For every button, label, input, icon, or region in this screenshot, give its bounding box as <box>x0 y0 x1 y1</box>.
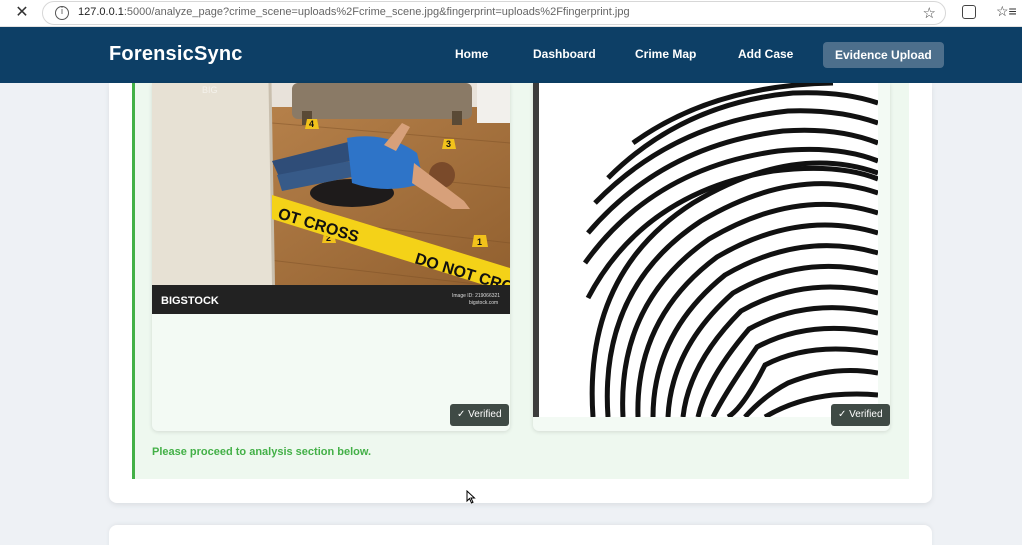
url-text[interactable]: 127.0.0.1:5000/analyze_page?crime_scene=… <box>78 6 630 18</box>
fingerprint-verified-badge: ✓ Verified <box>831 404 890 426</box>
crime-scene-image[interactable]: 4 3 2 1 OT CROSS DO NOT CROS BIG BIGSTOC… <box>152 83 510 314</box>
evidence-marker-3: 3 <box>446 139 451 149</box>
nav-link-dashboard[interactable]: Dashboard <box>533 47 596 61</box>
app-navbar: ForensicSync Home Dashboard Crime Map Ad… <box>0 27 1022 83</box>
nav-link-home[interactable]: Home <box>455 47 488 61</box>
nav-link-evidence-upload[interactable]: Evidence Upload <box>823 42 944 68</box>
address-bar[interactable]: i 127.0.0.1:5000/analyze_page?crime_scen… <box>42 1 946 25</box>
browser-toolbar: ✕ i 127.0.0.1:5000/analyze_page?crime_sc… <box>0 0 1022 27</box>
analysis-section-card <box>109 525 932 545</box>
site-info-icon[interactable]: i <box>55 6 69 20</box>
nav-link-add-case[interactable]: Add Case <box>738 47 793 61</box>
bookmark-star-icon[interactable]: ☆ <box>923 4 936 22</box>
stock-image-id: Image ID: 219066321 <box>452 293 500 299</box>
stock-source: bigstock.com <box>469 300 498 306</box>
stock-logo: BIGSTOCK <box>161 295 219 307</box>
nav-link-crime-map[interactable]: Crime Map <box>635 47 696 61</box>
mouse-cursor-icon <box>466 490 476 504</box>
evidence-marker-1: 1 <box>477 237 482 247</box>
evidence-marker-4: 4 <box>309 119 314 129</box>
proceed-message: Please proceed to analysis section below… <box>152 446 372 458</box>
stock-watermark: BIG <box>202 85 218 95</box>
extensions-icon[interactable] <box>962 5 976 19</box>
brand-logo[interactable]: ForensicSync <box>109 43 243 66</box>
favorites-icon[interactable]: ☆≡ <box>996 3 1017 20</box>
fingerprint-image[interactable] <box>533 83 878 417</box>
close-icon[interactable]: ✕ <box>13 4 31 22</box>
crime-scene-verified-badge: ✓ Verified <box>450 404 509 426</box>
